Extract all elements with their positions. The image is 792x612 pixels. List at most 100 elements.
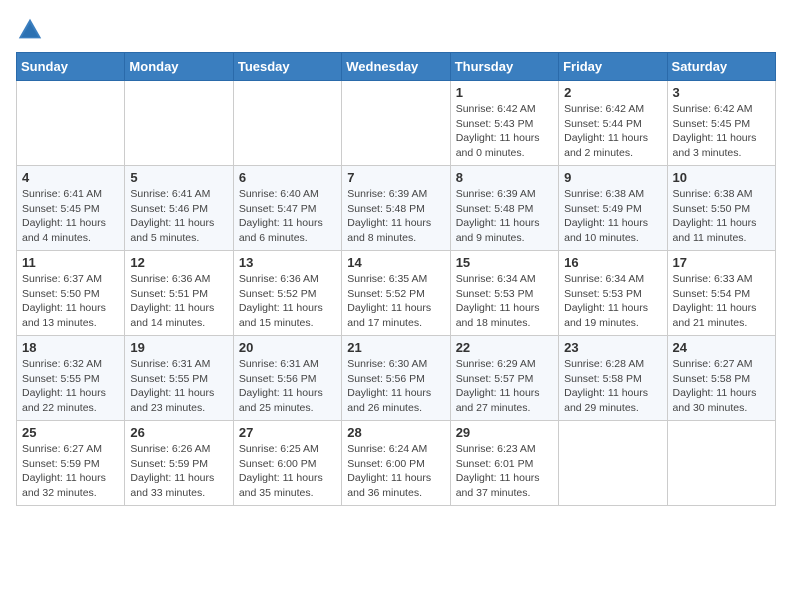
day-info: Sunrise: 6:23 AMSunset: 6:01 PMDaylight:… <box>456 442 553 501</box>
calendar-table: SundayMondayTuesdayWednesdayThursdayFrid… <box>16 52 776 506</box>
day-info: Sunrise: 6:36 AMSunset: 5:51 PMDaylight:… <box>130 272 227 331</box>
calendar-week-4: 18Sunrise: 6:32 AMSunset: 5:55 PMDayligh… <box>17 336 776 421</box>
day-info: Sunrise: 6:39 AMSunset: 5:48 PMDaylight:… <box>456 187 553 246</box>
day-number: 1 <box>456 85 553 100</box>
day-info: Sunrise: 6:28 AMSunset: 5:58 PMDaylight:… <box>564 357 661 416</box>
calendar-cell: 10 Sunrise: 6:38 AMSunset: 5:50 PMDayligh… <box>667 166 775 251</box>
calendar-cell: 17 Sunrise: 6:33 AMSunset: 5:54 PMDayligh… <box>667 251 775 336</box>
day-number: 23 <box>564 340 661 355</box>
calendar-cell: 29 Sunrise: 6:23 AMSunset: 6:01 PMDayligh… <box>450 421 558 506</box>
day-info: Sunrise: 6:30 AMSunset: 5:56 PMDaylight:… <box>347 357 444 416</box>
day-number: 3 <box>673 85 770 100</box>
calendar-cell: 3 Sunrise: 6:42 AMSunset: 5:45 PMDaylight… <box>667 81 775 166</box>
calendar-cell <box>125 81 233 166</box>
day-info: Sunrise: 6:35 AMSunset: 5:52 PMDaylight:… <box>347 272 444 331</box>
day-info: Sunrise: 6:38 AMSunset: 5:50 PMDaylight:… <box>673 187 770 246</box>
calendar-cell: 7 Sunrise: 6:39 AMSunset: 5:48 PMDaylight… <box>342 166 450 251</box>
logo <box>16 16 48 44</box>
calendar-cell: 1 Sunrise: 6:42 AMSunset: 5:43 PMDaylight… <box>450 81 558 166</box>
day-info: Sunrise: 6:37 AMSunset: 5:50 PMDaylight:… <box>22 272 119 331</box>
day-number: 13 <box>239 255 336 270</box>
day-info: Sunrise: 6:42 AMSunset: 5:43 PMDaylight:… <box>456 102 553 161</box>
day-number: 12 <box>130 255 227 270</box>
calendar-cell: 2 Sunrise: 6:42 AMSunset: 5:44 PMDaylight… <box>559 81 667 166</box>
day-number: 25 <box>22 425 119 440</box>
calendar-cell: 23 Sunrise: 6:28 AMSunset: 5:58 PMDayligh… <box>559 336 667 421</box>
calendar-cell: 14 Sunrise: 6:35 AMSunset: 5:52 PMDayligh… <box>342 251 450 336</box>
day-number: 26 <box>130 425 227 440</box>
calendar-cell: 9Sunrise: 6:38 AMSunset: 5:49 PMDaylight… <box>559 166 667 251</box>
calendar-week-5: 25 Sunrise: 6:27 AMSunset: 5:59 PMDayligh… <box>17 421 776 506</box>
column-header-monday: Monday <box>125 53 233 81</box>
day-number: 11 <box>22 255 119 270</box>
day-info: Sunrise: 6:34 AMSunset: 5:53 PMDaylight:… <box>456 272 553 331</box>
calendar-cell <box>233 81 341 166</box>
calendar-header-row: SundayMondayTuesdayWednesdayThursdayFrid… <box>17 53 776 81</box>
calendar-week-2: 4 Sunrise: 6:41 AMSunset: 5:45 PMDaylight… <box>17 166 776 251</box>
calendar-week-3: 11 Sunrise: 6:37 AMSunset: 5:50 PMDayligh… <box>17 251 776 336</box>
column-header-thursday: Thursday <box>450 53 558 81</box>
day-number: 14 <box>347 255 444 270</box>
column-header-tuesday: Tuesday <box>233 53 341 81</box>
day-info: Sunrise: 6:41 AMSunset: 5:46 PMDaylight:… <box>130 187 227 246</box>
day-info: Sunrise: 6:38 AMSunset: 5:49 PMDaylight:… <box>564 187 661 246</box>
calendar-cell: 4 Sunrise: 6:41 AMSunset: 5:45 PMDaylight… <box>17 166 125 251</box>
day-number: 7 <box>347 170 444 185</box>
day-number: 24 <box>673 340 770 355</box>
calendar-cell: 6 Sunrise: 6:40 AMSunset: 5:47 PMDaylight… <box>233 166 341 251</box>
day-info: Sunrise: 6:27 AMSunset: 5:59 PMDaylight:… <box>22 442 119 501</box>
day-info: Sunrise: 6:29 AMSunset: 5:57 PMDaylight:… <box>456 357 553 416</box>
calendar-cell: 18Sunrise: 6:32 AMSunset: 5:55 PMDayligh… <box>17 336 125 421</box>
column-header-saturday: Saturday <box>667 53 775 81</box>
day-info: Sunrise: 6:24 AMSunset: 6:00 PMDaylight:… <box>347 442 444 501</box>
day-number: 22 <box>456 340 553 355</box>
page-header <box>16 16 776 44</box>
day-number: 20 <box>239 340 336 355</box>
day-number: 17 <box>673 255 770 270</box>
day-number: 15 <box>456 255 553 270</box>
day-number: 29 <box>456 425 553 440</box>
day-info: Sunrise: 6:33 AMSunset: 5:54 PMDaylight:… <box>673 272 770 331</box>
calendar-cell: 8 Sunrise: 6:39 AMSunset: 5:48 PMDaylight… <box>450 166 558 251</box>
day-number: 2 <box>564 85 661 100</box>
day-info: Sunrise: 6:40 AMSunset: 5:47 PMDaylight:… <box>239 187 336 246</box>
day-number: 27 <box>239 425 336 440</box>
day-number: 8 <box>456 170 553 185</box>
column-header-friday: Friday <box>559 53 667 81</box>
column-header-wednesday: Wednesday <box>342 53 450 81</box>
column-header-sunday: Sunday <box>17 53 125 81</box>
day-info: Sunrise: 6:36 AMSunset: 5:52 PMDaylight:… <box>239 272 336 331</box>
day-info: Sunrise: 6:42 AMSunset: 5:45 PMDaylight:… <box>673 102 770 161</box>
day-number: 28 <box>347 425 444 440</box>
calendar-cell: 24 Sunrise: 6:27 AMSunset: 5:58 PMDayligh… <box>667 336 775 421</box>
day-info: Sunrise: 6:31 AMSunset: 5:56 PMDaylight:… <box>239 357 336 416</box>
calendar-cell <box>559 421 667 506</box>
calendar-cell <box>342 81 450 166</box>
day-info: Sunrise: 6:39 AMSunset: 5:48 PMDaylight:… <box>347 187 444 246</box>
calendar-cell: 13 Sunrise: 6:36 AMSunset: 5:52 PMDayligh… <box>233 251 341 336</box>
day-info: Sunrise: 6:25 AMSunset: 6:00 PMDaylight:… <box>239 442 336 501</box>
calendar-cell: 20 Sunrise: 6:31 AMSunset: 5:56 PMDayligh… <box>233 336 341 421</box>
day-info: Sunrise: 6:34 AMSunset: 5:53 PMDaylight:… <box>564 272 661 331</box>
calendar-cell: 28 Sunrise: 6:24 AMSunset: 6:00 PMDayligh… <box>342 421 450 506</box>
logo-icon <box>16 16 44 44</box>
day-number: 21 <box>347 340 444 355</box>
calendar-cell: 27 Sunrise: 6:25 AMSunset: 6:00 PMDayligh… <box>233 421 341 506</box>
day-number: 5 <box>130 170 227 185</box>
day-number: 16 <box>564 255 661 270</box>
calendar-cell: 19Sunrise: 6:31 AMSunset: 5:55 PMDayligh… <box>125 336 233 421</box>
day-number: 6 <box>239 170 336 185</box>
day-info: Sunrise: 6:42 AMSunset: 5:44 PMDaylight:… <box>564 102 661 161</box>
calendar-cell: 25 Sunrise: 6:27 AMSunset: 5:59 PMDayligh… <box>17 421 125 506</box>
day-number: 4 <box>22 170 119 185</box>
calendar-cell: 11 Sunrise: 6:37 AMSunset: 5:50 PMDayligh… <box>17 251 125 336</box>
day-number: 19 <box>130 340 227 355</box>
day-number: 10 <box>673 170 770 185</box>
calendar-cell: 5 Sunrise: 6:41 AMSunset: 5:46 PMDaylight… <box>125 166 233 251</box>
day-info: Sunrise: 6:41 AMSunset: 5:45 PMDaylight:… <box>22 187 119 246</box>
day-info: Sunrise: 6:27 AMSunset: 5:58 PMDaylight:… <box>673 357 770 416</box>
calendar-cell: 16 Sunrise: 6:34 AMSunset: 5:53 PMDayligh… <box>559 251 667 336</box>
calendar-week-1: 1 Sunrise: 6:42 AMSunset: 5:43 PMDaylight… <box>17 81 776 166</box>
day-info: Sunrise: 6:26 AMSunset: 5:59 PMDaylight:… <box>130 442 227 501</box>
calendar-cell <box>667 421 775 506</box>
